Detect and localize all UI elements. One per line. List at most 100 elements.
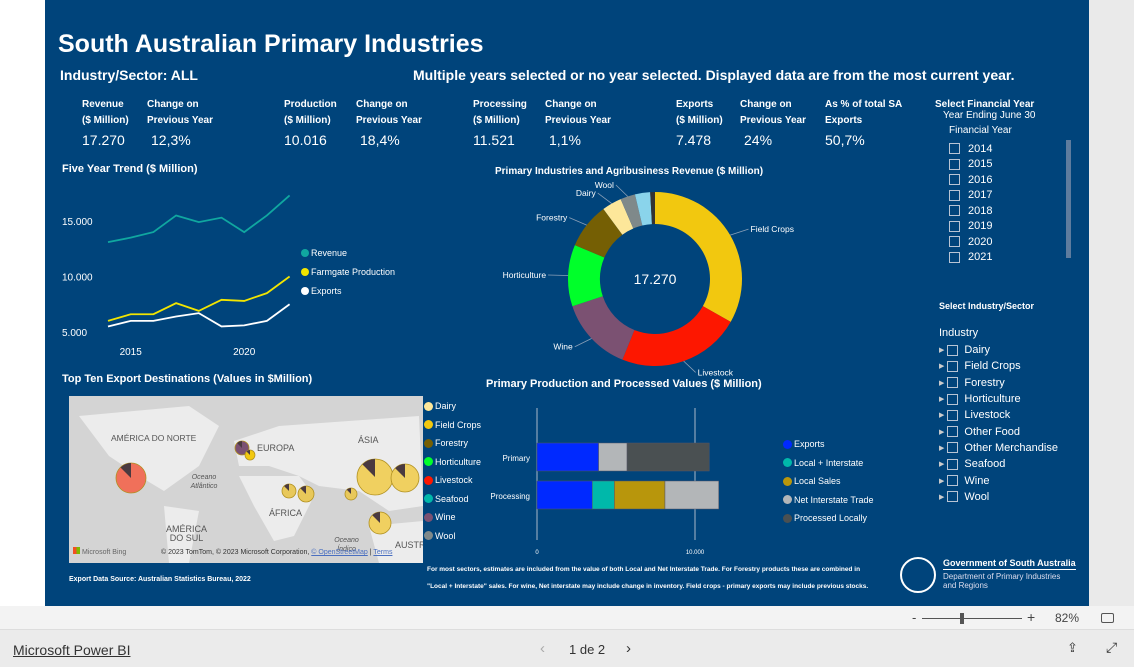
kpi-card: Change on Previous Year 24%	[740, 99, 806, 148]
zoom-slider-thumb[interactable]	[960, 613, 964, 624]
year-option-2015[interactable]: 2015	[949, 157, 992, 173]
fit-to-page-icon[interactable]	[1101, 613, 1114, 623]
industry-option-other-merchandise[interactable]: ▶ Other Merchandise	[939, 440, 1058, 456]
series-line-revenue	[107, 194, 291, 243]
legend-label: Exports	[311, 286, 342, 296]
series-line-farmgate-production	[107, 275, 291, 322]
bar-segment	[536, 442, 599, 472]
share-icon[interactable]: ⇪	[1067, 640, 1078, 656]
map-legend-item: Seafood	[424, 490, 481, 509]
zoom-level: 82%	[1055, 611, 1080, 625]
industry-option-wine[interactable]: ▶ Wine	[939, 472, 1058, 488]
map-legend-item: Wine	[424, 508, 481, 527]
industry-option-forestry[interactable]: ▶ Forestry	[939, 375, 1058, 391]
y-tick-label: 15.000	[62, 217, 93, 228]
bar-segment	[592, 480, 615, 510]
industry-option-dairy[interactable]: ▶ Dairy	[939, 342, 1058, 358]
page-indicator: 1 de 2	[569, 642, 606, 657]
revenue-donut-chart: Field Crops Livestock Wine Horticulture Fore…	[503, 180, 794, 377]
donut-leader-line	[615, 184, 628, 197]
footnote-line1: For most sectors, estimates are included…	[427, 566, 861, 573]
industry-option-wool[interactable]: ▶ Wool	[939, 489, 1058, 505]
map-legend-item: Field Crops	[424, 416, 481, 435]
industry-option-seafood[interactable]: ▶ Seafood	[939, 456, 1058, 472]
canvas-margin	[1089, 0, 1134, 606]
x-tick-label: 2020	[233, 347, 256, 358]
donut-leader-line	[683, 360, 696, 373]
donut-slice-label: Livestock	[698, 367, 734, 377]
footer-bar: Microsoft Power BI ‹ 1 de 2 › ⇪ ⤢	[0, 630, 1134, 667]
export-map[interactable]: AMÉRICA DO NORTE EUROPA ÁSIA Oceano Atlâ…	[69, 396, 423, 563]
year-slicer-scrollbar[interactable]	[1066, 140, 1071, 258]
donut-leader-line	[574, 338, 592, 348]
donut-leader-line	[597, 192, 612, 204]
donut-slice-label: Wool	[595, 180, 614, 190]
bar-segment	[598, 442, 628, 472]
category-label: Primary	[502, 454, 530, 463]
x-tick-label: 2015	[120, 347, 143, 358]
legend-marker	[301, 249, 309, 257]
y-tick-label: 5.000	[62, 328, 87, 339]
donut-slice	[655, 192, 742, 322]
year-option-2014[interactable]: 2014	[949, 141, 992, 157]
next-page-icon[interactable]: ›	[626, 640, 631, 657]
industry-option-livestock[interactable]: ▶ Livestock	[939, 407, 1058, 423]
year-option-2016[interactable]: 2016	[949, 172, 992, 188]
donut-leader-line	[730, 228, 749, 236]
zoom-out-button[interactable]: -	[912, 610, 916, 625]
year-slicer-header: Financial Year	[949, 125, 1012, 136]
zoom-slider[interactable]	[922, 618, 1022, 619]
map-legend: Dairy Field Crops Forestry Horticulture Live…	[424, 397, 481, 545]
trend-chart: 5.000 10.000 15.000 2015 2020 Revenue Farmgate…	[62, 194, 395, 358]
year-option-2021[interactable]: 2021	[949, 250, 992, 266]
year-option-2017[interactable]: 2017	[949, 188, 992, 204]
legend-label: Revenue	[311, 248, 347, 258]
year-option-2018[interactable]: 2018	[949, 203, 992, 219]
map-title: Top Ten Export Destinations (Values in $…	[62, 373, 313, 385]
kpi-card: Exports ($ Million) 7.478	[676, 99, 723, 148]
legend-label: Farmgate Production	[311, 267, 395, 277]
bar-legend-item: Processed Locally	[783, 509, 874, 528]
donut-leader-line	[569, 217, 587, 226]
donut-slice-label: Wine	[553, 342, 573, 352]
x-tick-label: 10.000	[686, 550, 705, 556]
trend-title: Five Year Trend ($ Million)	[62, 163, 198, 175]
donut-slice-label: Dairy	[576, 188, 597, 198]
map-legend-item: Dairy	[424, 397, 481, 416]
prev-page-icon[interactable]: ‹	[540, 640, 545, 657]
power-bi-link[interactable]: Microsoft Power BI	[13, 642, 130, 658]
donut-slice-label: Horticulture	[503, 270, 547, 280]
industry-option-field-crops[interactable]: ▶ Field Crops	[939, 358, 1058, 374]
export-source: Export Data Source: Australian Statistic…	[69, 576, 251, 583]
footnote-line2: "Local + Interstate" sales. For wine, Ne…	[427, 583, 869, 590]
industry-slicer-list: ▶ Dairy ▶ Field Crops ▶ Forestry ▶ Horticulture…	[939, 342, 1058, 505]
osm-link[interactable]: © OpenStreetMap	[311, 549, 368, 556]
category-label: Processing	[490, 492, 530, 501]
map-legend-item: Horticulture	[424, 453, 481, 472]
gov-name: Government of South Australia	[943, 558, 1076, 570]
zoom-bar: - + 82%	[0, 606, 1134, 630]
legend-marker	[301, 287, 309, 295]
year-option-2020[interactable]: 2020	[949, 234, 992, 250]
industry-slicer-header: Industry	[939, 327, 979, 339]
map-attribution: © 2023 TomTom, © 2023 Microsoft Corporat…	[161, 549, 393, 556]
donut-center-value: 17.270	[634, 271, 677, 287]
series-line-exports	[107, 303, 291, 328]
year-slicer-list: 2014 2015 2016 2017 2018 2019 2020 2021	[949, 141, 992, 265]
donut-slice	[622, 306, 731, 366]
terms-link[interactable]: Terms	[373, 549, 392, 556]
map-legend-item: Wool	[424, 527, 481, 546]
bar-legend-item: Net Interstate Trade	[783, 491, 874, 510]
donut-slice	[572, 296, 635, 360]
map-pie-markers	[115, 440, 420, 535]
fullscreen-icon[interactable]: ⤢	[1106, 639, 1117, 656]
industry-option-other-food[interactable]: ▶ Other Food	[939, 423, 1058, 439]
revenue-donut-title: Primary Industries and Agribusiness Reve…	[495, 166, 764, 177]
bing-logo: Microsoft Bing	[73, 547, 126, 556]
bar-segment	[536, 480, 593, 510]
bar-legend-item: Local + Interstate	[783, 454, 874, 473]
industry-option-horticulture[interactable]: ▶ Horticulture	[939, 391, 1058, 407]
zoom-in-button[interactable]: +	[1027, 609, 1035, 625]
year-option-2019[interactable]: 2019	[949, 219, 992, 235]
donut-slice-label: Forestry	[536, 213, 568, 223]
